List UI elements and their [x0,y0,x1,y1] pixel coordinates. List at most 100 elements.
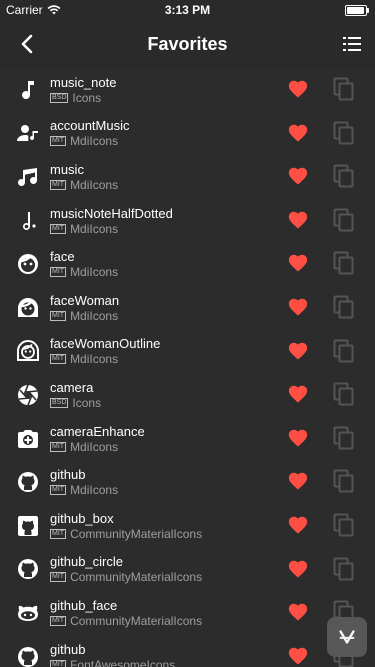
list-menu-icon[interactable] [342,34,362,54]
item-library: CommunityMaterialIcons [70,613,203,628]
app-store-logo-icon [339,630,355,644]
music-note-icon [16,78,40,102]
item-subtitle: MIT FontAwesomeIcons [50,658,375,667]
list-item[interactable]: github_box MIT CommunityMaterialIcons [0,504,375,548]
item-library: MdiIcons [70,483,119,498]
battery-icon [345,4,369,16]
item-subtitle: MIT MdiIcons [50,178,375,192]
copy-icon[interactable] [333,295,355,319]
item-subtitle: MIT CommunityMaterialIcons [50,570,375,584]
github-face-icon [16,601,40,625]
copy-icon[interactable] [333,469,355,493]
license-badge: BSD [50,397,69,408]
face-icon [16,252,40,276]
copy-icon[interactable] [333,164,355,188]
license-badge: MIT [50,615,67,626]
item-name: camera [50,379,94,395]
list-item[interactable]: github MIT FontAwesomeIcons [0,635,375,667]
copy-icon[interactable] [333,557,355,581]
copy-icon[interactable] [333,208,355,232]
list-item[interactable]: music_note BSD Icons [0,68,375,112]
item-name: github [50,467,86,483]
copy-icon[interactable] [333,426,355,450]
item-name: cameraEnhance [50,423,145,439]
favorite-heart-icon[interactable] [287,601,309,623]
list-item[interactable]: github_face MIT CommunityMaterialIcons [0,591,375,635]
copy-icon[interactable] [333,339,355,363]
list-item[interactable]: face MIT MdiIcons [0,242,375,286]
item-text: github_box MIT CommunityMaterialIcons [50,511,375,541]
list-item[interactable]: musicNoteHalfDotted MIT MdiIcons [0,199,375,243]
item-library: MdiIcons [70,308,119,323]
item-name: face [50,249,75,265]
item-text: faceWoman MIT MdiIcons [50,293,375,323]
item-library: MdiIcons [70,221,119,236]
item-subtitle: MIT CommunityMaterialIcons [50,527,375,541]
list-item[interactable]: music MIT MdiIcons [0,155,375,199]
item-name: faceWoman [50,292,120,308]
item-library: MdiIcons [70,134,119,149]
item-subtitle: MIT MdiIcons [50,440,375,454]
item-text: face MIT MdiIcons [50,249,375,279]
license-badge: MIT [50,267,67,278]
license-badge: MIT [50,310,67,321]
item-library: CommunityMaterialIcons [70,570,203,585]
face-woman-outline-icon [16,339,40,363]
item-subtitle: MIT MdiIcons [50,309,375,323]
status-bar: Carrier 3:13 PM [0,0,375,20]
item-subtitle: MIT MdiIcons [50,483,375,497]
item-library: MdiIcons [70,177,119,192]
camera-enhance-icon [16,427,40,451]
favorite-heart-icon[interactable] [287,383,309,405]
camera-icon [16,383,40,407]
favorite-heart-icon[interactable] [287,78,309,100]
license-badge: MIT [50,441,67,452]
favorite-heart-icon[interactable] [287,645,309,667]
favorite-heart-icon[interactable] [287,296,309,318]
list-item[interactable]: camera BSD Icons [0,373,375,417]
item-text: musicNoteHalfDotted MIT MdiIcons [50,206,375,236]
copy-icon[interactable] [333,382,355,406]
item-text: github_circle MIT CommunityMaterialIcons [50,554,375,584]
copy-icon[interactable] [333,251,355,275]
item-subtitle: BSD Icons [50,91,375,105]
list-item[interactable]: faceWomanOutline MIT MdiIcons [0,330,375,374]
license-badge: MIT [50,572,67,583]
item-name: accountMusic [50,118,130,134]
face-woman-icon [16,296,40,320]
navigation-bar: Favorites [0,20,375,68]
list-item[interactable]: github_circle MIT CommunityMaterialIcons [0,548,375,592]
favorite-heart-icon[interactable] [287,427,309,449]
copy-icon[interactable] [333,513,355,537]
github-box-icon [16,514,40,538]
favorite-heart-icon[interactable] [287,122,309,144]
license-badge: MIT [50,136,67,147]
favorite-heart-icon[interactable] [287,470,309,492]
item-text: camera BSD Icons [50,380,375,410]
license-badge: MIT [50,485,67,496]
favorite-heart-icon[interactable] [287,340,309,362]
copy-icon[interactable] [333,77,355,101]
item-library: Icons [72,395,102,410]
favorite-heart-icon[interactable] [287,165,309,187]
back-arrow-icon[interactable] [16,32,40,56]
item-subtitle: MIT MdiIcons [50,222,375,236]
favorite-heart-icon[interactable] [287,514,309,536]
favorite-heart-icon[interactable] [287,252,309,274]
item-library: MdiIcons [70,265,119,280]
favorite-heart-icon[interactable] [287,558,309,580]
item-library: MdiIcons [70,352,119,367]
list-item[interactable]: cameraEnhance MIT MdiIcons [0,417,375,461]
license-badge: MIT [50,354,67,365]
favorites-list[interactable]: music_note BSD Icons accountMusic MIT Md… [0,68,375,667]
license-badge: MIT [50,659,67,667]
item-subtitle: MIT MdiIcons [50,352,375,366]
list-item[interactable]: faceWoman MIT MdiIcons [0,286,375,330]
item-library: Icons [72,90,102,105]
list-item[interactable]: accountMusic MIT MdiIcons [0,112,375,156]
item-subtitle: MIT MdiIcons [50,265,375,279]
favorite-heart-icon[interactable] [287,209,309,231]
copy-icon[interactable] [333,121,355,145]
item-text: accountMusic MIT MdiIcons [50,118,375,148]
list-item[interactable]: github MIT MdiIcons [0,460,375,504]
